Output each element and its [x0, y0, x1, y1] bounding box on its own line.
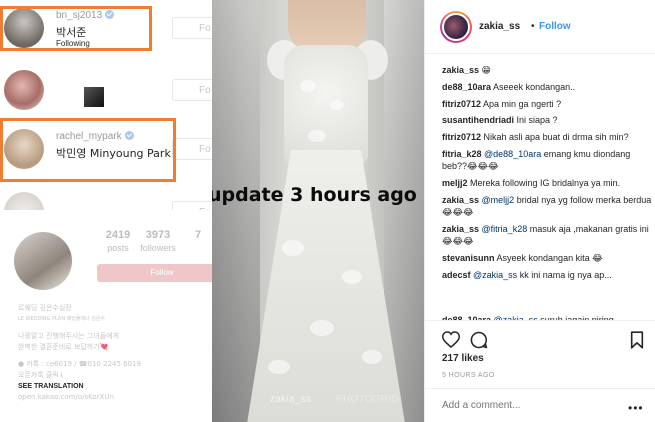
post-header: zakia_ss • Follow — [425, 0, 655, 54]
comment-username[interactable]: meljj2 — [442, 178, 468, 188]
lace-detail — [282, 240, 304, 256]
lace-detail — [362, 350, 382, 364]
author-username[interactable]: zakia_ss — [479, 21, 520, 32]
comment: zakia_ss @fitria_k28 masuk aja ,makanan … — [442, 223, 652, 248]
avatar — [4, 70, 44, 110]
lace-detail — [308, 130, 326, 142]
comment-text: Aseeek kondangan.. — [491, 81, 576, 92]
following-stat[interactable]: 7 — [178, 229, 212, 253]
post-timestamp: 5 HOURS AGO — [442, 372, 495, 379]
comment-text: Asyeek kondangan kita 😂 — [494, 253, 603, 264]
post-actions — [425, 320, 655, 356]
more-options-icon[interactable]: ••• — [628, 401, 644, 415]
follow-button[interactable]: Fo — [172, 138, 212, 160]
profile-bio: 르웨딩 김은수실장 LE WEDDING PLAN 웨딩플래너 김은수 나를알고… — [18, 303, 208, 403]
comment-username[interactable]: zakia_ss — [442, 224, 479, 234]
comment-mention[interactable]: @fitria_k28 — [479, 224, 528, 234]
post-photo[interactable] — [212, 0, 424, 422]
comment-username[interactable]: susantihendriadi — [442, 115, 514, 125]
lace-detail — [330, 100, 344, 110]
comment-text: Mereka following IG bridalnya ya min. — [467, 178, 621, 189]
comment-mention[interactable]: @meljj2 — [479, 195, 515, 205]
lace-detail — [268, 360, 290, 374]
comment: fitria_k28 @de88_10ara emang kmu diondan… — [442, 148, 652, 173]
follow-list-item[interactable]: Fo — [0, 62, 212, 118]
profile-stats: 2419 posts 3973 followers 7 — [98, 229, 212, 253]
follow-button[interactable]: Fo — [172, 79, 212, 101]
highlight-box — [0, 118, 176, 182]
comment-text: kk ini nama ig nya ap... — [517, 269, 612, 280]
followers-count: 3973 — [145, 229, 171, 241]
posts-count: 2419 — [105, 229, 131, 241]
comment-mention[interactable]: @de88_10ara — [482, 149, 541, 159]
dark-thumbnail — [84, 87, 104, 107]
comment: zakia_ss 😁 — [442, 64, 652, 76]
comment-text: Nikah asli apa buat di drma sih min? — [481, 132, 629, 143]
comment-username[interactable]: fitria_k28 — [442, 149, 482, 159]
author-avatar[interactable] — [440, 11, 472, 43]
heart-icon[interactable] — [442, 331, 460, 348]
following-count: 7 — [194, 229, 202, 241]
profile-card: 2419 posts 3973 followers 7 Follow 르웨딩 김… — [0, 210, 212, 422]
lace-detail — [342, 270, 362, 284]
highlight-box — [0, 6, 152, 51]
profile-screenshot-panel: bn_sj2013 박서준 Following Fo Fo rachel_myp… — [0, 0, 212, 422]
separator-dot: • — [531, 21, 535, 32]
posts-stat: 2419 posts — [98, 229, 138, 253]
comment-text: 😁 — [479, 65, 491, 75]
see-translation-link[interactable]: SEE TRANSLATION — [18, 381, 208, 392]
comment-text: Apa min ga ngerti ? — [481, 98, 562, 109]
bio-line: 오픈카톡 클릭↓ — [18, 371, 65, 379]
bio-line: LE WEDDING PLAN 웨딩플래너 김은수 — [18, 316, 106, 322]
bookmark-icon[interactable] — [630, 331, 644, 349]
comment-mention[interactable]: @zakia_ss — [471, 270, 517, 280]
comment: adecsf @zakia_ss kk ini nama ig nya ap..… — [442, 269, 652, 281]
comment-username[interactable]: de88_10ara — [442, 82, 491, 92]
comment: zakia_ss @meljj2 bridal nya yg follow me… — [442, 194, 652, 219]
comment: stevanisunn Asyeek kondangan kita 😂 — [442, 252, 652, 264]
dress-bodice — [284, 45, 368, 165]
comment-username[interactable]: adecsf — [442, 270, 471, 280]
follow-button[interactable]: Fo — [172, 17, 212, 39]
bio-line: 르웨딩 김은수실장 — [18, 304, 72, 312]
bio-link[interactable]: open.kakao.com/o/sKorXUn — [18, 392, 208, 403]
comment-text: Ini siapa ? — [514, 115, 558, 126]
comment: meljj2 Mereka following IG bridalnya ya … — [442, 177, 652, 189]
photo-watermark-user: zakia_ss — [270, 394, 312, 405]
comment-username[interactable]: fitriz0712 — [442, 132, 481, 142]
bio-line: ● 카톡 : ce6019 / ☎010 2245 6019 — [18, 360, 141, 368]
post-sidebar: zakia_ss • Follow zakia_ss 😁 de88_10ara … — [424, 0, 655, 422]
background-curtain — [212, 0, 260, 422]
comment: fitriz0712 Apa min ga ngerti ? — [442, 98, 652, 110]
lace-detail — [310, 320, 334, 336]
comment: susantihendriadi Ini siapa ? — [442, 114, 652, 126]
follow-link[interactable]: Follow — [539, 21, 571, 32]
likes-count[interactable]: 217 likes — [442, 353, 484, 364]
comment-username[interactable]: stevanisunn — [442, 253, 495, 263]
followers-label: followers — [140, 243, 176, 253]
comment-username[interactable]: fitriz0712 — [442, 99, 481, 109]
photo-watermark-app: PHOTOGRID — [336, 394, 400, 405]
comment-username[interactable]: zakia_ss — [442, 65, 479, 75]
add-comment-bar: ••• — [425, 388, 655, 422]
posts-label: posts — [107, 243, 129, 253]
comment: fitriz0712 Nikah asli apa buat di drma s… — [442, 131, 652, 143]
comment-input[interactable] — [442, 400, 612, 411]
comment: de88_10ara Aseeek kondangan.. — [442, 81, 652, 93]
overlay-caption: update 3 hours ago — [212, 184, 417, 206]
comment-username[interactable]: zakia_ss — [442, 195, 479, 205]
profile-follow-button[interactable]: Follow — [97, 264, 212, 282]
followers-stat[interactable]: 3973 followers — [138, 229, 178, 253]
bio-line: 완벽한 결혼준비로 보답하기💘 — [18, 343, 109, 351]
comment-bubble-icon[interactable] — [470, 331, 488, 349]
lace-detail — [300, 80, 316, 92]
comment-list: zakia_ss 😁 de88_10ara Aseeek kondangan..… — [442, 64, 652, 324]
bio-line: 나를알고 진행해주시는 그녀들에게 — [18, 332, 120, 340]
profile-avatar[interactable] — [14, 232, 72, 290]
